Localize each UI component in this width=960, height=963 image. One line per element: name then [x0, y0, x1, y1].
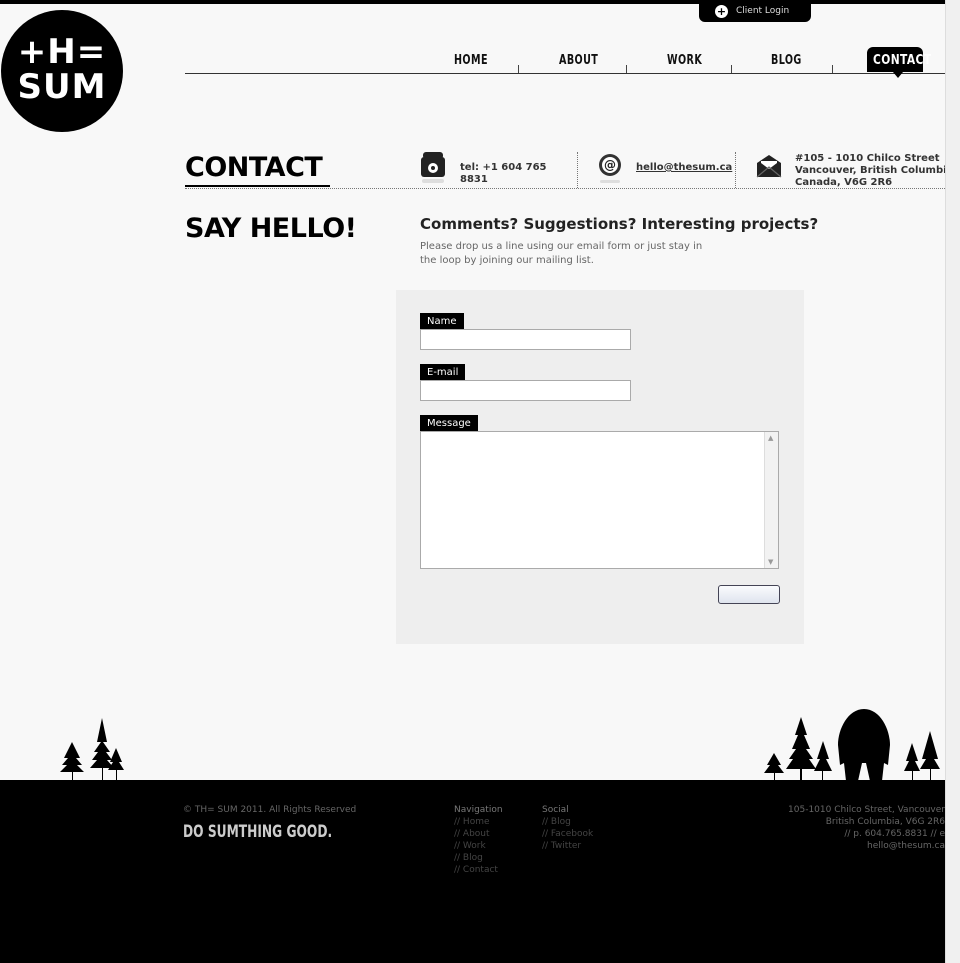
- footer: © TH= SUM 2011. All Rights Reserved DO S…: [0, 780, 945, 963]
- intro-text: Please drop us a line using our email fo…: [420, 241, 703, 266]
- footer-address: 105-1010 Chilco Street, Vancouver Britis…: [788, 804, 945, 852]
- plus-icon: +: [715, 4, 728, 18]
- scroll-up-icon[interactable]: ▲: [768, 434, 773, 442]
- intro-title: Comments? Suggestions? Interesting proje…: [420, 215, 819, 233]
- footer-address-line-3: // p. 604.765.8831 // e: [844, 829, 945, 839]
- email-label: E-mail: [420, 364, 466, 381]
- footer-link-facebook[interactable]: // Facebook: [542, 828, 593, 840]
- client-login-button[interactable]: + Client Login: [699, 0, 811, 22]
- nav-contact[interactable]: CONTACT: [867, 47, 931, 78]
- client-login-label: Client Login: [736, 6, 790, 16]
- footer-link-about[interactable]: // About: [454, 828, 503, 840]
- main-nav: HOME ABOUT WORK BLOG CONTACT: [185, 47, 945, 78]
- footer-nav-title: Navigation: [454, 805, 503, 815]
- footer-link-home[interactable]: // Home: [454, 816, 503, 828]
- info-separator: [735, 152, 736, 188]
- footer-link-work[interactable]: // Work: [454, 840, 503, 852]
- trees-sasquatch-icon: [764, 709, 940, 781]
- logo-line-1: +H=: [17, 32, 107, 72]
- title-underline: [185, 185, 330, 187]
- info-separator: [577, 152, 578, 188]
- nav-work[interactable]: WORK: [667, 53, 702, 68]
- address-line-2: Vancouver, British Columbia: [795, 165, 954, 176]
- submit-button[interactable]: [718, 585, 780, 604]
- footer-address-line-2: British Columbia, V6G 2R6: [825, 817, 945, 827]
- footer-link-social-blog[interactable]: // Blog: [542, 816, 593, 828]
- footer-address-line-1: 105-1010 Chilco Street, Vancouver: [788, 805, 945, 815]
- nav-home[interactable]: HOME: [454, 53, 488, 68]
- footer-link-blog[interactable]: // Blog: [454, 852, 503, 864]
- logo[interactable]: +H= SUM: [1, 10, 123, 132]
- phone-line-1: tel: +1 604 765: [460, 162, 547, 173]
- scroll-down-icon[interactable]: ▼: [768, 558, 773, 566]
- footer-social-title: Social: [542, 805, 569, 815]
- active-arrow-icon: [893, 72, 903, 78]
- logo-line-2: SUM: [17, 67, 107, 107]
- say-hello-heading: SAY HELLO!: [185, 213, 357, 244]
- address: #105 - 1010 Chilco Street Vancouver, Bri…: [795, 153, 953, 189]
- nav-blog[interactable]: BLOG: [771, 53, 802, 68]
- copyright: © TH= SUM 2011. All Rights Reserved: [183, 805, 357, 815]
- nav-separator: [518, 65, 519, 73]
- footer-link-contact[interactable]: // Contact: [454, 864, 503, 876]
- page-title: CONTACT: [185, 152, 323, 183]
- name-field[interactable]: [420, 329, 631, 350]
- nav-contact-label: CONTACT: [873, 53, 932, 68]
- nav-separator: [626, 65, 627, 73]
- name-label: Name: [420, 313, 464, 330]
- message-label: Message: [420, 415, 478, 432]
- footer-tagline: DO SUMTHING GOOD.: [183, 822, 333, 842]
- trees-left-icon: [60, 718, 124, 780]
- nav-separator: [832, 65, 833, 73]
- email-link[interactable]: hello@thesum.ca: [636, 162, 732, 174]
- nav-separator: [731, 65, 732, 73]
- email-field[interactable]: [420, 380, 631, 401]
- address-line-1: #105 - 1010 Chilco Street: [795, 153, 940, 164]
- phone-icon: [421, 152, 445, 183]
- footer-link-twitter[interactable]: // Twitter: [542, 840, 593, 852]
- phone-line-2: 8831: [460, 174, 488, 185]
- address-line-3: Canada, V6G 2R6: [795, 177, 893, 188]
- phone-number[interactable]: tel: +1 604 765 8831: [460, 162, 547, 186]
- footer-email[interactable]: hello@thesum.ca: [788, 840, 945, 852]
- at-sign-icon: @: [599, 154, 621, 183]
- message-scrollbar[interactable]: ▲ ▼: [764, 432, 778, 568]
- svg-text:@: @: [604, 158, 616, 172]
- envelope-icon: [756, 155, 782, 178]
- footer-nav: Navigation // Home // About // Work // B…: [454, 804, 503, 876]
- footer-social: Social // Blog // Facebook // Twitter: [542, 804, 593, 852]
- message-field[interactable]: ▲ ▼: [420, 431, 779, 569]
- nav-about[interactable]: ABOUT: [559, 53, 598, 68]
- page-scrollbar[interactable]: [945, 0, 960, 963]
